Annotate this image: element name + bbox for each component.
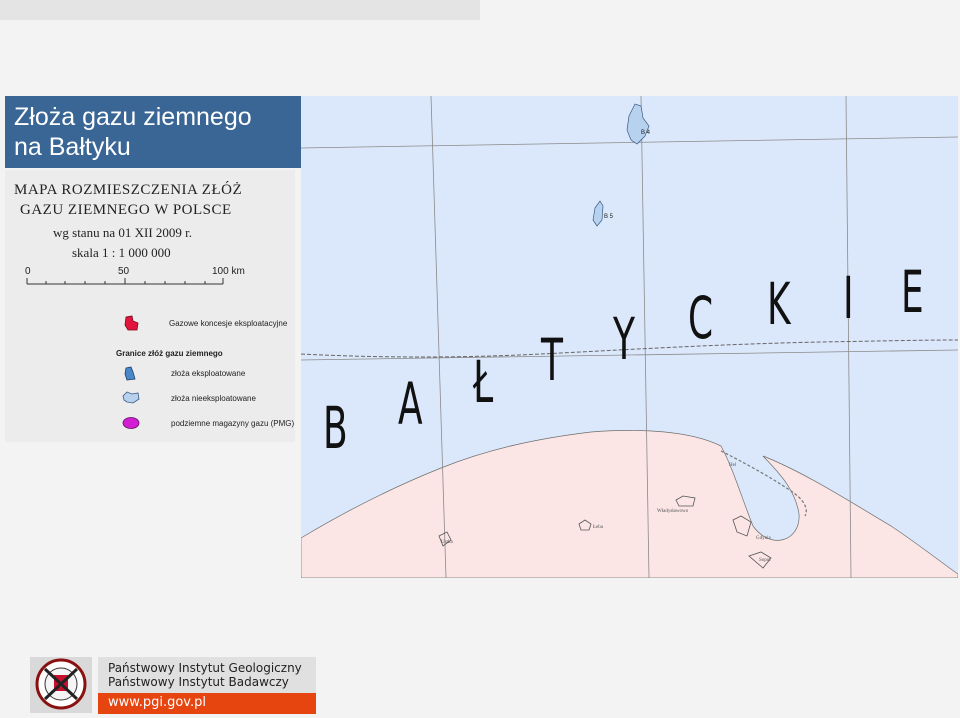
institute-name: Państwowy Instytut Geologiczny Państwowy… [98, 657, 316, 693]
website-bar[interactable]: www.pgi.gov.pl [98, 693, 316, 714]
institute-line-1: Państwowy Instytut Geologiczny [108, 661, 302, 675]
baltic-map: B 4 B 5 B A Ł T Y C K I E Hel Władysławo… [301, 96, 958, 578]
pgi-logo-icon [35, 658, 87, 710]
legend-heading-1: MAPA ROZMIESZCZENIA ZŁÓŻ [14, 182, 243, 198]
slide-title: Złoża gazu ziemnego na Bałtyku [14, 102, 252, 162]
website-url[interactable]: www.pgi.gov.pl [108, 695, 206, 710]
legend-concessions-label: Gazowe koncesje eksploatacyjne [169, 319, 288, 328]
place-wladyslawowo: Władysławowo [657, 509, 689, 514]
sea-letter-b: B [323, 395, 348, 462]
map-legend: MAPA ROZMIESZCZENIA ZŁÓŻ GAZU ZIEMNEGO W… [5, 170, 295, 442]
legend-exploited-label: złoża eksploatowane [171, 369, 246, 378]
top-bar [0, 0, 480, 20]
legend-boundaries-title: Granice złóż gazu ziemnego [116, 349, 223, 358]
sea-letter-t: T [540, 327, 563, 394]
title-box: Złoża gazu ziemnego na Bałtyku [5, 96, 301, 168]
sea-letter-c: C [688, 285, 713, 352]
place-gdynia: Gdynia [756, 536, 772, 541]
scalebar-label-0: 0 [25, 266, 31, 277]
exploited-field-icon [124, 366, 136, 381]
place-hel: Hel [729, 463, 737, 468]
sea-letter-e: E [901, 259, 924, 326]
sea-letter-y: Y [612, 306, 635, 373]
sea-letter-k: K [767, 271, 792, 338]
sea-letter-l: Ł [472, 349, 493, 416]
field-b5-label: B 5 [604, 214, 614, 220]
field-b4-label: B 4 [641, 130, 651, 136]
sea-letter-i: I [843, 265, 854, 332]
title-line-2: na Bałtyku [14, 133, 131, 161]
legend-storage-label: podziemne magazyny gazu (PMG) [171, 419, 295, 428]
scalebar [26, 278, 224, 285]
scalebar-label-50: 50 [118, 266, 130, 277]
legend-unexploited-label: złoża nieeksploatowane [171, 394, 256, 403]
concession-icon [124, 315, 139, 331]
unexploited-field-icon [122, 391, 140, 404]
institute-line-2: Państwowy Instytut Badawczy [108, 675, 289, 689]
place-ustka: Ustka [441, 540, 453, 545]
storage-icon [122, 417, 140, 429]
place-sopot: Sopot [759, 558, 771, 563]
legend-heading-2: GAZU ZIEMNEGO W POLSCE [20, 202, 232, 218]
legend-date: wg stanu na 01 XII 2009 r. [53, 225, 193, 240]
scalebar-label-100: 100 km [212, 266, 245, 277]
title-line-1: Złoża gazu ziemnego [14, 103, 252, 131]
pgi-logo [30, 657, 92, 713]
place-leba: Łeba [593, 525, 604, 530]
legend-scale: skala 1 : 1 000 000 [72, 245, 171, 260]
sea-letter-a: A [398, 371, 423, 438]
